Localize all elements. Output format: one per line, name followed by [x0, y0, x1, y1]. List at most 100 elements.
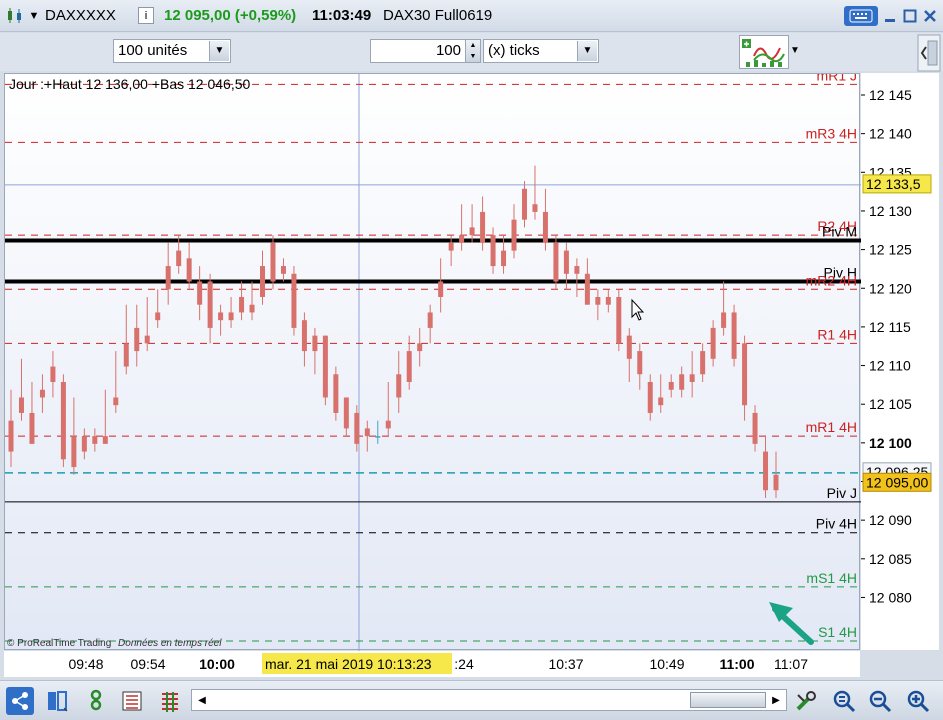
candle-body	[60, 382, 66, 460]
candle-body	[752, 412, 758, 444]
scrollbar-thumb[interactable]	[690, 692, 766, 708]
candle-body	[50, 366, 56, 383]
candle-body	[406, 351, 412, 383]
candle-body	[239, 296, 245, 313]
candle-body	[710, 327, 716, 359]
candle-body	[438, 281, 444, 297]
price-tick-label: 12 100	[869, 435, 912, 451]
menu-dropdown-icon[interactable]: ▼	[28, 10, 40, 22]
candle-body	[689, 374, 695, 383]
ticks-quantity-value: 100	[435, 42, 461, 59]
indicator-icon[interactable]	[156, 687, 184, 715]
candle-body	[123, 343, 129, 367]
layout-icon[interactable]	[44, 687, 72, 715]
cursor-price-label: 12 133,5	[866, 176, 921, 192]
ticks-unit-select[interactable]: (x) ticks ▼	[483, 39, 599, 63]
stepper-down-icon[interactable]: ▼	[466, 51, 480, 62]
candle-body	[563, 250, 569, 274]
tools-icon[interactable]	[792, 687, 820, 715]
candle-body	[113, 397, 119, 406]
side-panel-toggle[interactable]	[917, 33, 943, 73]
time-tick-label: 09:48	[68, 656, 103, 672]
level-label-piv-j: Piv J	[827, 485, 857, 501]
candle-body	[176, 250, 182, 267]
chevron-down-icon[interactable]: ▼	[209, 41, 229, 61]
candle-body	[312, 335, 318, 352]
crosshair-time-label: mar. 21 mai 2019 10:13:23	[265, 656, 432, 672]
price-axis[interactable]: 12 145 12 140 12 135 12 130 12 125 12 120 12 1…	[861, 73, 939, 650]
chevron-down-icon[interactable]: ▼	[577, 41, 597, 61]
candle-body	[700, 351, 706, 375]
level-label-piv-m: Piv M	[822, 224, 857, 240]
candle-body	[427, 312, 433, 328]
candle-body	[417, 343, 423, 352]
candle-body	[134, 327, 140, 352]
chart-canvas[interactable]: mR1 JmR3 4HR2 4HPiv MPiv HmR2 4HR1 4HmR1…	[5, 67, 861, 651]
candlestick-chart-icon	[6, 8, 24, 24]
stepper-up-icon[interactable]: ▲	[466, 40, 480, 51]
chevron-down-icon[interactable]: ▼	[790, 45, 804, 59]
mouse-cursor-icon	[631, 298, 645, 321]
candle-body	[92, 436, 98, 444]
units-select-value: 100 unités	[118, 42, 188, 59]
ticks-unit-value: (x) ticks	[488, 42, 540, 59]
ticks-quantity-input[interactable]: 100	[370, 39, 466, 63]
candle-body	[155, 312, 161, 321]
price-tick-label: 12 110	[869, 358, 911, 374]
candle-body	[18, 397, 24, 413]
price-tick-label: 12 125	[869, 242, 912, 258]
price-change: 12 095,00 (+0,59%)	[164, 7, 297, 24]
price-tick-label: 12 105	[869, 396, 912, 412]
strategy-icon[interactable]	[739, 35, 789, 69]
zoom-fit-icon[interactable]	[830, 687, 858, 715]
price-chart[interactable]: mR1 JmR3 4H R2 4H Piv M Piv HmR2 4H R1 4H mR1…	[4, 67, 861, 651]
candle-body	[542, 211, 548, 243]
ticks-stepper[interactable]: ▲ ▼	[465, 39, 481, 63]
zoom-out-icon[interactable]	[866, 687, 894, 715]
time-axis[interactable]: 09:48 09:54 10:00:24 10:37 10:49 11:00 11:07 ma…	[4, 651, 860, 677]
minimize-icon[interactable]	[882, 8, 898, 24]
candle-body	[731, 312, 737, 359]
watermark: © ProRealTime Trading Données en temps r…	[7, 638, 221, 649]
price-tick-label: 12 080	[869, 589, 912, 605]
link-icon[interactable]	[82, 687, 110, 715]
keyboard-icon[interactable]	[844, 6, 878, 26]
candle-body	[280, 266, 286, 274]
maximize-icon[interactable]	[902, 8, 918, 24]
bottom-toolbar: ◀ ▶	[0, 680, 943, 720]
candle-body	[658, 397, 664, 406]
candle-body	[501, 250, 507, 267]
candle-body	[647, 382, 653, 413]
candle-body	[605, 296, 611, 305]
share-icon[interactable]	[6, 687, 34, 715]
info-icon[interactable]: i	[138, 7, 154, 24]
list-icon[interactable]	[118, 687, 146, 715]
symbol-name[interactable]: DAXXXXX	[45, 7, 116, 24]
price-tick-label: 12 130	[869, 203, 912, 219]
close-icon[interactable]	[922, 8, 938, 24]
scroll-right-icon[interactable]: ▶	[768, 692, 784, 708]
instrument-name: DAX30 Full0619	[383, 7, 493, 24]
candle-body	[291, 273, 297, 328]
candle-body	[228, 312, 234, 321]
watermark-copyright: © ProRealTime Trading	[7, 638, 112, 649]
candle-body	[553, 242, 559, 282]
time-axis-canvas: 09:48 09:54 10:00:24 10:37 10:49 11:00 11:07 ma…	[68, 653, 808, 674]
candle-body	[102, 436, 108, 444]
price-tick-label: 12 085	[869, 551, 912, 567]
level-label-piv-4h: Piv 4H	[816, 516, 857, 532]
candle-body	[480, 211, 486, 243]
candle-body	[763, 451, 769, 491]
units-select[interactable]: 100 unités ▼	[113, 39, 231, 63]
candle-body	[375, 436, 381, 438]
candle-body	[71, 436, 77, 468]
price-tick-label: 12 140	[869, 126, 912, 142]
candle-body	[459, 235, 465, 243]
level-label-mr2-4h: mR2 4H	[806, 272, 857, 288]
time-scrollbar[interactable]: ◀ ▶	[191, 689, 787, 711]
scroll-left-icon[interactable]: ◀	[194, 692, 210, 708]
zoom-in-icon[interactable]	[904, 687, 932, 715]
candle-body	[637, 351, 643, 375]
candle-body	[207, 281, 213, 328]
price-tick-label: 12 120	[869, 280, 912, 296]
